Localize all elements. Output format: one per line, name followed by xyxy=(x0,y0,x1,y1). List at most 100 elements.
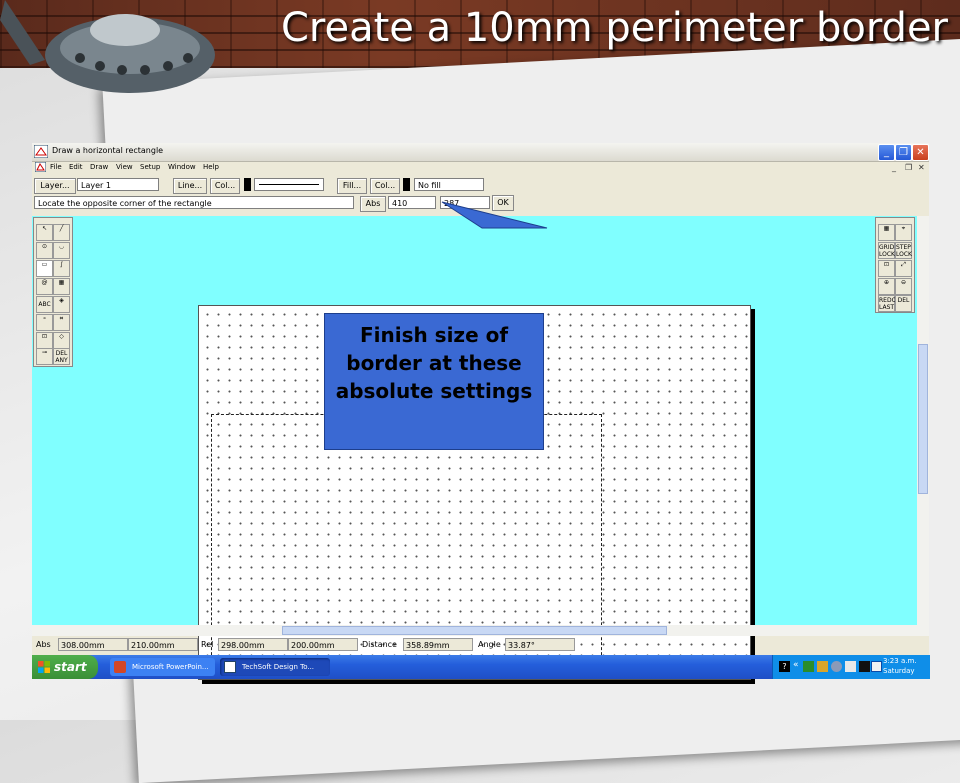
system-tray: ? « 3:23 a.m. Saturday xyxy=(772,655,930,679)
layer-button[interactable]: Layer... xyxy=(34,178,76,194)
rel-x-value: 298.00mm xyxy=(218,638,288,651)
taskbar-item-powerpoint-label: Microsoft PowerPoin... xyxy=(132,663,209,671)
zoom-box-icon[interactable]: ⊡ xyxy=(878,260,895,277)
delete-any-button[interactable]: DEL ANY xyxy=(53,348,70,365)
start-label: start xyxy=(54,660,87,674)
erase-tool-icon[interactable]: ◇ xyxy=(53,332,70,349)
step-lock-label: STEP LOCK xyxy=(896,244,912,258)
desk-lamp-image xyxy=(0,0,215,93)
rectangle-tool-icon[interactable]: ▭ xyxy=(36,260,53,277)
taskbar: start Microsoft PowerPoin... TechSoft De… xyxy=(32,655,930,679)
circle-tool-icon[interactable]: ⊙ xyxy=(36,242,53,259)
left-tool-palette: ↖ ╱ ⊙ ◡ ▭ ∫ @ ▦ ABC ◈ ∘ ⌗ ⊡ ◇ ⊸ DEL ANY xyxy=(33,217,73,367)
techsoft-icon xyxy=(224,661,236,673)
fill-color-button[interactable]: Col... xyxy=(370,178,400,194)
menu-setup[interactable]: Setup xyxy=(140,163,160,171)
doc-minimize-button[interactable]: _ xyxy=(892,163,896,172)
doc-icon[interactable] xyxy=(35,162,46,172)
distance-value: 358.89mm xyxy=(403,638,473,651)
pin-icon[interactable]: ⌖ xyxy=(895,224,912,241)
arc-tool-icon[interactable]: ◡ xyxy=(53,242,70,259)
trim-tool-icon[interactable]: ⌗ xyxy=(53,314,70,331)
abs-x-value: 308.00mm xyxy=(58,638,128,651)
taskbar-item-techsoft[interactable]: TechSoft Design To... xyxy=(220,658,330,676)
windows-logo-icon xyxy=(38,661,50,673)
window-title: Draw a horizontal rectangle xyxy=(52,146,164,155)
close-button[interactable]: ✕ xyxy=(912,144,929,161)
clock-time: 3:23 a.m. xyxy=(883,657,917,665)
line-tool-icon[interactable]: ╱ xyxy=(53,224,70,241)
rel-y-value: 200.00mm xyxy=(288,638,358,651)
angle-value: 33.87° xyxy=(505,638,575,651)
zoom-out-icon[interactable]: ⊖ xyxy=(895,278,912,295)
fill-tool-icon[interactable]: ◈ xyxy=(53,296,70,313)
abs-label: Abs xyxy=(36,640,51,649)
horizontal-scroll-thumb[interactable] xyxy=(282,626,667,635)
tray-network-icon[interactable] xyxy=(803,661,814,672)
abs-y-value: 210.00mm xyxy=(128,638,198,651)
measure-tool-icon[interactable]: ⊸ xyxy=(36,348,53,365)
grid-lock-label: GRID LOCK xyxy=(879,244,895,258)
taskbar-item-powerpoint[interactable]: Microsoft PowerPoin... xyxy=(110,658,215,676)
fill-color-swatch[interactable] xyxy=(403,178,410,191)
menu-draw[interactable]: Draw xyxy=(90,163,108,171)
tray-clock: 3:23 a.m. Saturday xyxy=(883,656,917,676)
grid-lock-button[interactable]: GRID LOCK xyxy=(878,242,895,259)
text-tool-button[interactable]: ABC xyxy=(36,296,53,313)
angle-label: Angle xyxy=(478,640,501,649)
menu-view[interactable]: View xyxy=(116,163,133,171)
select-arrow-icon[interactable]: ↖ xyxy=(36,224,53,241)
distance-label: Distance xyxy=(362,640,397,649)
menu-edit[interactable]: Edit xyxy=(69,163,83,171)
spiral-tool-icon[interactable]: @ xyxy=(36,278,53,295)
line-color-swatch[interactable] xyxy=(244,178,251,191)
menu-help[interactable]: Help xyxy=(203,163,219,171)
line-color-button[interactable]: Col... xyxy=(210,178,240,194)
tray-help-icon[interactable]: ? xyxy=(779,661,790,672)
slide-title: Create a 10mm perimeter border xyxy=(280,5,948,51)
doc-close-button[interactable]: ✕ xyxy=(918,163,925,172)
app-window: Draw a horizontal rectangle _ ❐ ✕ File E… xyxy=(32,143,930,680)
grid-icon[interactable]: ▦ xyxy=(878,224,895,241)
status-bar: Abs 308.00mm 210.00mm Rel 298.00mm 200.0… xyxy=(32,637,929,654)
tray-chat-icon[interactable] xyxy=(871,661,882,672)
line-button[interactable]: Line... xyxy=(173,178,207,194)
tray-app-icon[interactable] xyxy=(817,661,828,672)
delete-any-label: DEL ANY xyxy=(55,350,68,364)
prompt-field: Locate the opposite corner of the rectan… xyxy=(34,196,354,209)
doc-restore-button[interactable]: ❐ xyxy=(905,163,912,172)
redo-last-button[interactable]: REDO LAST xyxy=(878,295,896,312)
zoom-in-icon[interactable]: ⊕ xyxy=(878,278,895,295)
start-button[interactable]: start xyxy=(32,655,98,679)
menu-file[interactable]: File xyxy=(50,163,62,171)
x-coordinate-field[interactable]: 410 xyxy=(388,196,436,209)
line-style-field[interactable] xyxy=(254,178,324,191)
fill-field[interactable]: No fill xyxy=(414,178,484,191)
layer-field[interactable]: Layer 1 xyxy=(77,178,159,191)
zoom-pan-icon[interactable]: ⤢ xyxy=(895,260,912,277)
dimension-tool-icon[interactable]: ⊡ xyxy=(36,332,53,349)
maximize-button[interactable]: ❐ xyxy=(895,144,912,161)
tray-security-icon[interactable] xyxy=(845,661,856,672)
horizontal-scrollbar[interactable] xyxy=(32,625,929,636)
minimize-button[interactable]: _ xyxy=(878,144,895,161)
curve-tool-icon[interactable]: ∫ xyxy=(53,260,70,277)
vertical-scroll-thumb[interactable] xyxy=(918,344,928,494)
taskbar-item-techsoft-label: TechSoft Design To... xyxy=(242,663,315,671)
abs-button[interactable]: Abs xyxy=(360,196,386,212)
title-bar: Draw a horizontal rectangle _ ❐ ✕ xyxy=(32,143,929,162)
fill-button[interactable]: Fill... xyxy=(337,178,367,194)
hatch-tool-icon[interactable]: ▦ xyxy=(53,278,70,295)
menu-window[interactable]: Window xyxy=(168,163,196,171)
line-style-sample xyxy=(259,184,319,185)
callout-pointer xyxy=(441,201,548,229)
point-tool-icon[interactable]: ∘ xyxy=(36,314,53,331)
step-lock-button[interactable]: STEP LOCK xyxy=(895,242,912,259)
vertical-scrollbar[interactable] xyxy=(917,216,929,625)
drawing-canvas[interactable]: ↖ ╱ ⊙ ◡ ▭ ∫ @ ▦ ABC ◈ ∘ ⌗ ⊡ ◇ ⊸ DEL ANY … xyxy=(32,201,917,680)
tray-monitor-icon[interactable] xyxy=(859,661,870,672)
clock-day: Saturday xyxy=(883,667,915,675)
delete-button[interactable]: DEL xyxy=(895,295,912,312)
tray-expand-icon[interactable]: « xyxy=(793,660,799,670)
tray-volume-icon[interactable] xyxy=(831,661,842,672)
